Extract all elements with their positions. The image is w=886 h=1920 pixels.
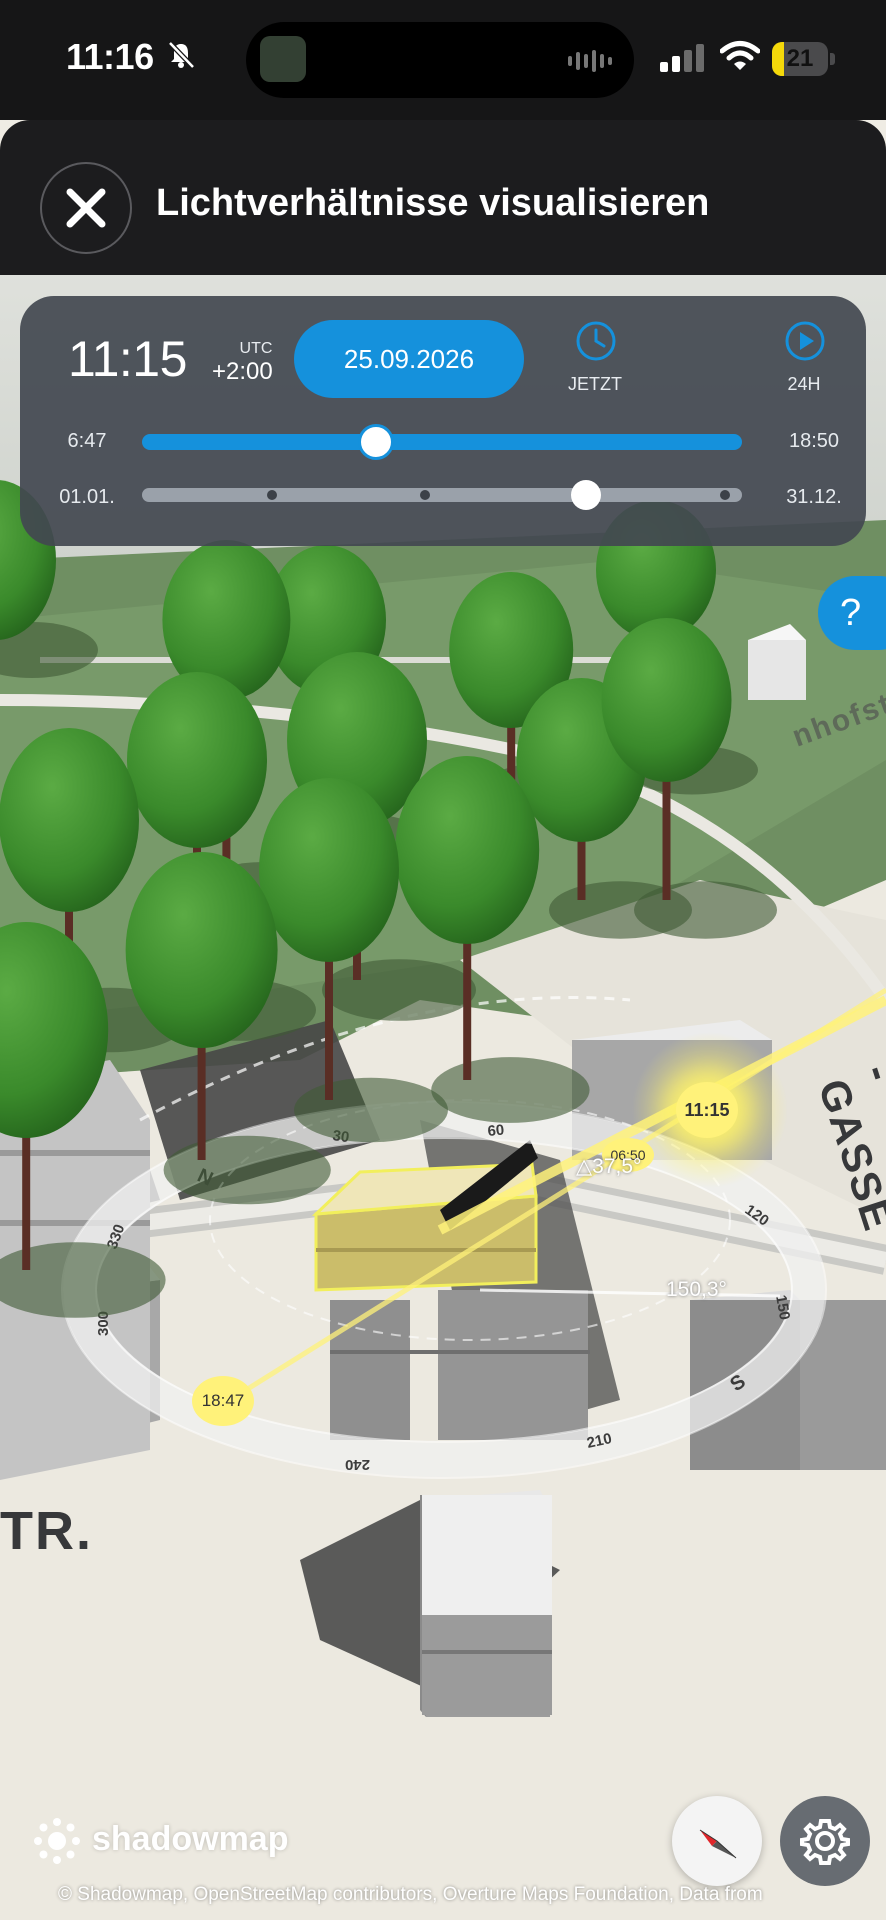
logo-icon [34,1818,80,1864]
header-sheet: Lichtverhältnisse visualisieren [0,120,886,275]
compass-label: 60 [487,1122,505,1140]
date-range-start: 01.01. [59,486,115,508]
logo-text: shadowmap [92,1820,289,1858]
time-slider-handle[interactable] [358,424,394,460]
sunrise-time: 6:47 [67,430,107,452]
compass-label: 240 [345,1456,370,1473]
play-24h-button[interactable]: 24H [764,318,844,408]
status-time: 11:16 [66,36,154,77]
date-slider-tick [267,490,277,500]
date-button[interactable]: 25.09.2026 [294,320,524,398]
play-icon [785,321,825,361]
now-playing-artwork [260,36,306,82]
sunset-time: 18:50 [788,430,840,452]
signal-icon [660,44,704,72]
dynamic-island[interactable] [246,22,634,98]
settings-button[interactable] [780,1796,870,1886]
bell-slash-icon [168,41,195,69]
page-title: Lichtverhältnisse visualisieren [156,182,710,224]
play-label: 24H [787,374,821,394]
status-bar: 11:16 21 [0,0,886,120]
compass-button[interactable] [672,1796,762,1886]
date-range-end: 31.12. [786,486,842,508]
elevation-label: △37,5° [576,1155,642,1178]
selected-time[interactable]: 11:15 [68,330,187,388]
utc-label: UTC [239,340,273,357]
help-button[interactable]: ? [818,576,886,650]
clock-icon [576,321,616,361]
now-playing-waveform-icon [568,50,612,72]
help-label: ? [818,576,886,650]
gear-icon [800,1819,850,1865]
date-slider-tick [420,490,430,500]
close-button[interactable] [40,162,132,254]
battery-icon: 21 [772,42,836,76]
map-3d-view[interactable]: N3060120150S210240300330 [0,0,886,1920]
date-slider-handle[interactable] [571,480,601,510]
azimuth-label: 150,3° [666,1278,727,1301]
time-slider-track[interactable] [142,434,742,450]
time-control-panel: 11:15 UTC +2:00 25.09.2026 JETZT 24H 6:4… [20,296,866,546]
street-label: TR. [0,1501,93,1561]
date-slider-tick [720,490,730,500]
shadowmap-logo: shadowmap [32,1816,292,1872]
sunset-marker: 18:47 [192,1376,254,1426]
map-attribution: © Shadowmap, OpenStreetMap contributors,… [58,1884,763,1905]
wifi-icon [720,41,760,70]
compass-icon [699,1829,737,1859]
sun-position-marker[interactable]: 11:15 [676,1082,738,1138]
building [422,1495,552,1715]
utc-offset[interactable]: +2:00 [212,358,273,386]
close-icon [66,188,106,228]
elevation-icon: △ [576,1155,593,1178]
now-label: JETZT [568,374,622,394]
now-button[interactable]: JETZT [540,318,650,408]
date-slider-track[interactable] [142,488,742,502]
battery-level: 21 [786,45,814,72]
